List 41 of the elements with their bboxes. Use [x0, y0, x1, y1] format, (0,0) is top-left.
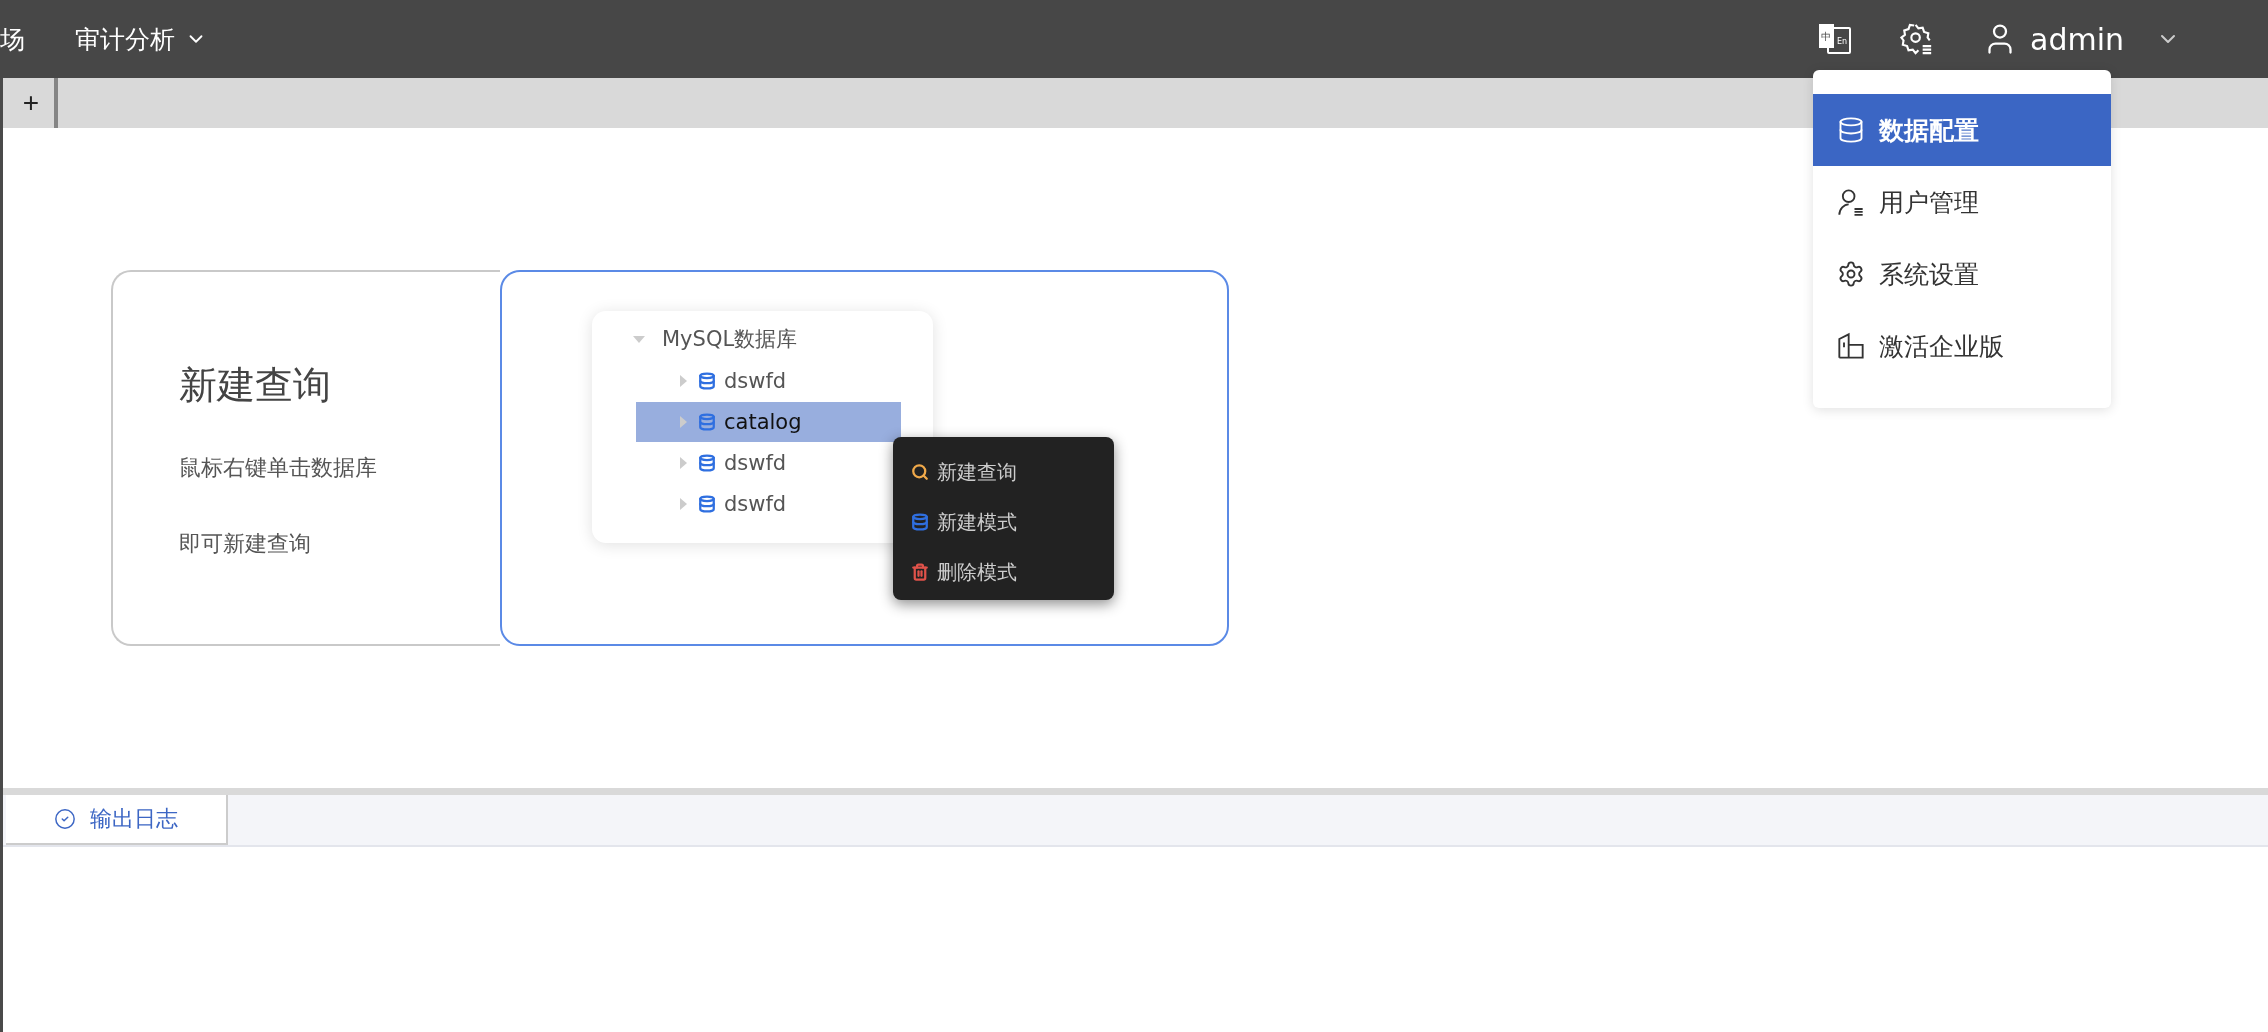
- menu-item[interactable]: 激活企业版: [1813, 310, 2111, 382]
- building-icon: [1837, 332, 1865, 360]
- tree-node-label: dswfd: [724, 492, 787, 516]
- panel-splitter[interactable]: [3, 788, 2268, 795]
- nav-link[interactable]: 场: [0, 22, 25, 56]
- database-icon: [698, 413, 716, 431]
- guide-text: 即可新建查询: [179, 530, 312, 558]
- context-menu-item[interactable]: 新建模式: [937, 508, 1017, 536]
- tree-node-label: dswfd: [724, 369, 787, 393]
- user-list-icon: [1837, 188, 1865, 216]
- tree-node[interactable]: dswfd: [636, 361, 901, 401]
- tree-node-label: catalog: [724, 410, 802, 434]
- user-menu-button[interactable]: admin: [1982, 21, 2180, 57]
- database-icon: [698, 454, 716, 472]
- menu-item[interactable]: 系统设置: [1813, 238, 2111, 310]
- guide-title: 新建查询: [179, 362, 332, 409]
- menu-item[interactable]: 用户管理: [1813, 166, 2111, 238]
- tree-node-label: dswfd: [724, 451, 787, 475]
- database-icon: [911, 513, 929, 531]
- menu-item-label: 数据配置: [1879, 114, 1979, 147]
- guide-text: 鼠标右键单击数据库: [179, 454, 378, 482]
- database-icon: [698, 372, 716, 390]
- check-circle-icon: [54, 808, 76, 830]
- menu-item-label: 激活企业版: [1879, 330, 2004, 363]
- nav-link[interactable]: 审计分析: [75, 22, 207, 56]
- query-icon: [911, 463, 929, 481]
- menu-item[interactable]: 数据配置: [1813, 94, 2111, 166]
- tree-node[interactable]: catalog: [636, 402, 901, 442]
- context-menu-item[interactable]: 新建查询: [937, 458, 1017, 486]
- context-menu-item[interactable]: 删除模式: [937, 558, 1017, 586]
- tree-node[interactable]: dswfd: [636, 443, 901, 483]
- menu-item-label: 系统设置: [1879, 258, 1979, 291]
- tree-label: MySQL数据库: [662, 325, 798, 353]
- user-name: admin: [2030, 21, 2124, 57]
- menu-item-label: 用户管理: [1879, 186, 1979, 219]
- output-log-tab[interactable]: 输出日志: [6, 795, 228, 845]
- tree-node[interactable]: dswfd: [636, 484, 901, 524]
- settings-icon: [1837, 260, 1865, 288]
- database-icon: [698, 495, 716, 513]
- settings-icon[interactable]: [1900, 22, 1934, 56]
- trash-icon: [911, 563, 929, 581]
